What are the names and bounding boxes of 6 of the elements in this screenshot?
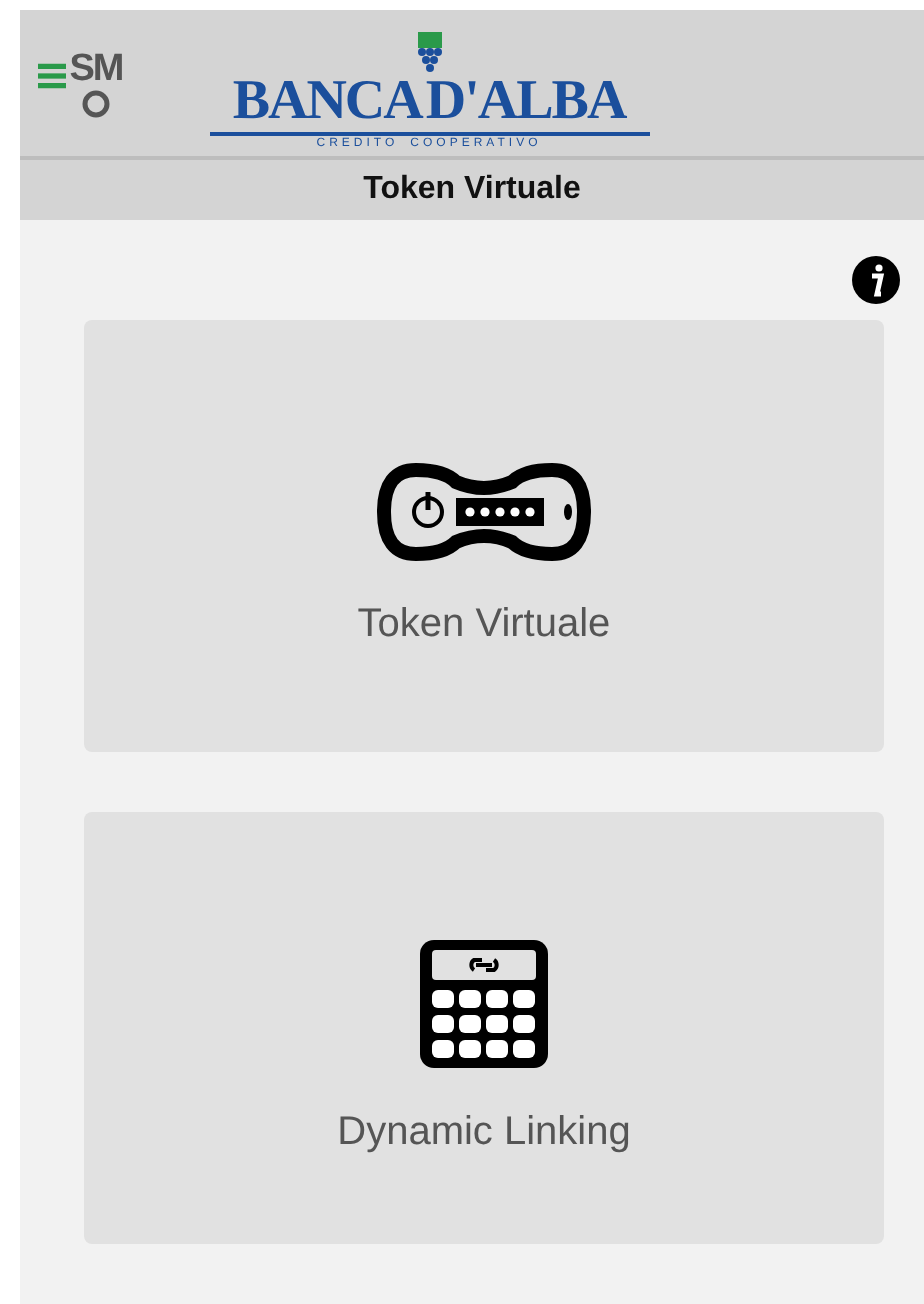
menu-tile[interactable]: Dynamic Linking — [84, 812, 884, 1244]
logo-wordmark: BANCA — [232, 71, 422, 131]
menu-tile[interactable]: Token Virtuale — [84, 320, 884, 752]
app-badge-text: SM — [69, 49, 123, 89]
page-title: Token Virtuale — [363, 172, 581, 208]
logo-wordmark: D'ALBA — [425, 71, 626, 131]
